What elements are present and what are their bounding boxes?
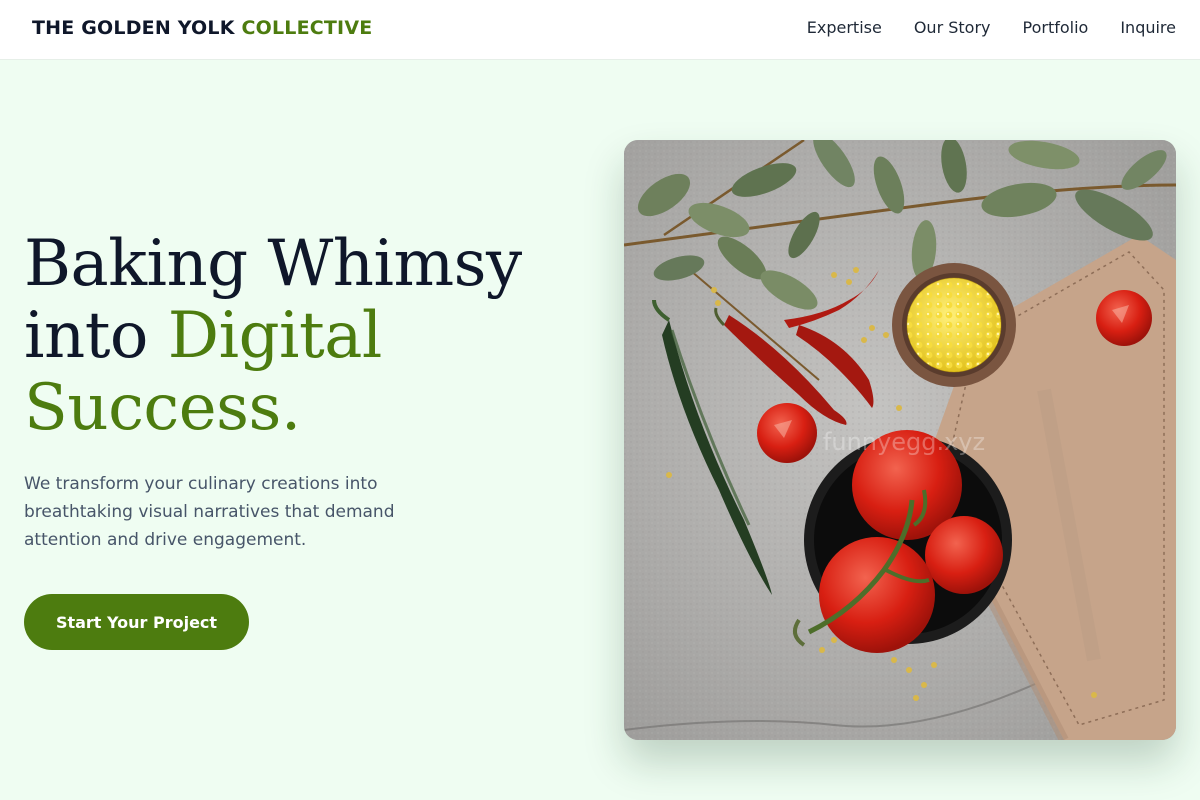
logo-accent-text: COLLECTIVE — [241, 17, 373, 39]
hero-title-line2-plain: into — [24, 299, 148, 373]
hero-description: We transform your culinary creations int… — [24, 474, 395, 550]
nav-link-portfolio[interactable]: Portfolio — [1023, 18, 1089, 38]
hero-title-line3-accent: Success. — [24, 371, 301, 445]
hero-title-line1: Baking Whimsy — [24, 227, 522, 301]
hero-title-line2-accent: Digital — [167, 299, 383, 373]
nav-link-expertise[interactable]: Expertise — [807, 18, 882, 38]
top-nav-bar: THE GOLDEN YOLK COLLECTIVE Expertise Our… — [0, 0, 1200, 60]
start-project-button[interactable]: Start Your Project — [24, 594, 249, 650]
hero-title: Baking Whimsy into Digital Success. — [24, 228, 564, 444]
logo-main-text: THE GOLDEN YOLK — [32, 17, 235, 39]
main-nav: Expertise Our Story Portfolio Inquire — [807, 18, 1176, 38]
brand-logo[interactable]: THE GOLDEN YOLK COLLECTIVE — [32, 17, 372, 39]
nav-link-inquire[interactable]: Inquire — [1120, 18, 1176, 38]
image-watermark: funnyegg.xyz — [823, 428, 985, 456]
hero-food-photo: funnyegg.xyz — [624, 140, 1176, 740]
nav-link-our-story[interactable]: Our Story — [914, 18, 991, 38]
